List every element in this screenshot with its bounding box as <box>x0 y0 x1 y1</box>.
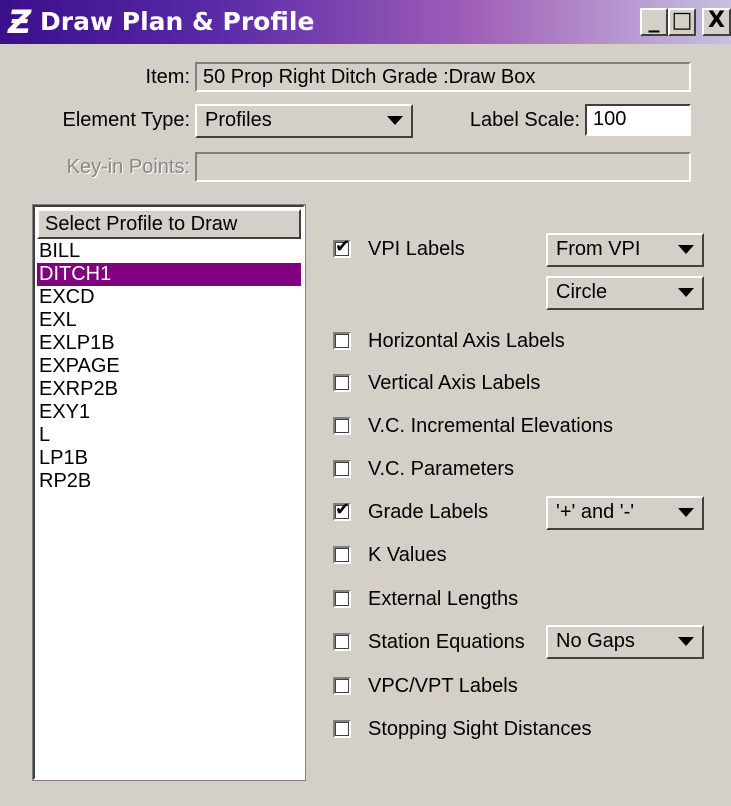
list-item[interactable]: BILL <box>37 240 301 263</box>
list-item[interactable]: EXRP2B <box>37 378 301 401</box>
chevron-down-icon <box>387 116 403 125</box>
horizontal-axis-labels-label: Horizontal Axis Labels <box>368 330 565 352</box>
external-lengths-label: External Lengths <box>368 588 519 610</box>
app-logo-icon: Ƶ <box>8 3 32 41</box>
element-type-label: Element Type: <box>62 109 190 131</box>
station-equations-value: No Gaps <box>556 630 635 652</box>
station-equations-label: Station Equations <box>368 631 525 653</box>
vpi-labels-checkbox[interactable]: ✔ <box>333 236 351 258</box>
chevron-down-icon <box>678 508 694 517</box>
chevron-down-icon <box>678 637 694 646</box>
vpc-vpt-labels-checkbox[interactable] <box>333 677 351 695</box>
list-item[interactable]: EXCD <box>37 286 301 309</box>
vc-incremental-elevations-checkbox[interactable] <box>333 417 351 435</box>
vc-incremental-elevations-label: V.C. Incremental Elevations <box>368 415 613 437</box>
list-item[interactable]: EXY1 <box>37 401 301 424</box>
keyin-points-label: Key-in Points: <box>66 156 190 178</box>
label-scale-label: Label Scale: <box>469 109 580 131</box>
list-item[interactable]: L <box>37 424 301 447</box>
minimize-button[interactable]: _ <box>640 8 668 36</box>
vpi-symbol-value: Circle <box>556 281 608 303</box>
vertical-axis-labels-checkbox[interactable] <box>333 374 351 392</box>
stopping-sight-distances-label: Stopping Sight Distances <box>368 718 592 740</box>
grade-sign-value: '+' and '-' <box>556 501 635 523</box>
title-bar[interactable]: Ƶ Draw Plan & Profile _ □ X <box>0 0 731 44</box>
horizontal-axis-labels-checkbox[interactable] <box>333 332 351 350</box>
list-item[interactable]: LP1B <box>37 447 301 470</box>
chevron-down-icon <box>678 288 694 297</box>
grade-sign-dropdown[interactable]: '+' and '-' <box>546 496 704 530</box>
item-label: Item: <box>145 66 190 88</box>
vpi-labels-label: VPI Labels <box>368 238 465 260</box>
window-title: Draw Plan & Profile <box>40 7 315 36</box>
check-icon: ✔ <box>335 236 351 257</box>
keyin-points-field <box>195 152 691 182</box>
vc-parameters-checkbox[interactable] <box>333 460 351 478</box>
vc-parameters-label: V.C. Parameters <box>368 458 514 480</box>
check-icon: ✔ <box>335 499 351 520</box>
vpi-symbol-dropdown[interactable]: Circle <box>546 276 704 310</box>
vpc-vpt-labels-label: VPC/VPT Labels <box>368 675 518 697</box>
list-item-selected[interactable]: DITCH1 <box>37 263 301 286</box>
vpi-position-value: From VPI <box>556 238 641 260</box>
close-button[interactable]: X <box>702 8 731 36</box>
vertical-axis-labels-label: Vertical Axis Labels <box>368 372 541 394</box>
chevron-down-icon <box>678 245 694 254</box>
item-field: 50 Prop Right Ditch Grade :Draw Box <box>195 62 691 92</box>
profile-list[interactable]: Select Profile to Draw BILL DITCH1 EXCD … <box>32 204 306 781</box>
list-item[interactable]: EXLP1B <box>37 332 301 355</box>
label-scale-input[interactable]: 100 <box>585 104 691 136</box>
draw-plan-profile-dialog: Ƶ Draw Plan & Profile _ □ X Item: 50 Pro… <box>0 0 731 806</box>
maximize-button[interactable]: □ <box>668 8 696 36</box>
external-lengths-checkbox[interactable] <box>333 590 351 608</box>
k-values-checkbox[interactable] <box>333 546 351 564</box>
vpi-position-dropdown[interactable]: From VPI <box>546 233 704 267</box>
station-equations-checkbox[interactable] <box>333 633 351 651</box>
list-item[interactable]: RP2B <box>37 470 301 493</box>
station-equations-dropdown[interactable]: No Gaps <box>546 625 704 659</box>
grade-labels-checkbox[interactable]: ✔ <box>333 499 351 521</box>
stopping-sight-distances-checkbox[interactable] <box>333 720 351 738</box>
profile-list-header[interactable]: Select Profile to Draw <box>37 209 301 239</box>
element-type-dropdown[interactable]: Profiles <box>195 104 413 138</box>
element-type-value: Profiles <box>205 109 272 131</box>
grade-labels-label: Grade Labels <box>368 501 489 523</box>
list-item[interactable]: EXL <box>37 309 301 332</box>
list-item[interactable]: EXPAGE <box>37 355 301 378</box>
k-values-label: K Values <box>368 544 447 566</box>
